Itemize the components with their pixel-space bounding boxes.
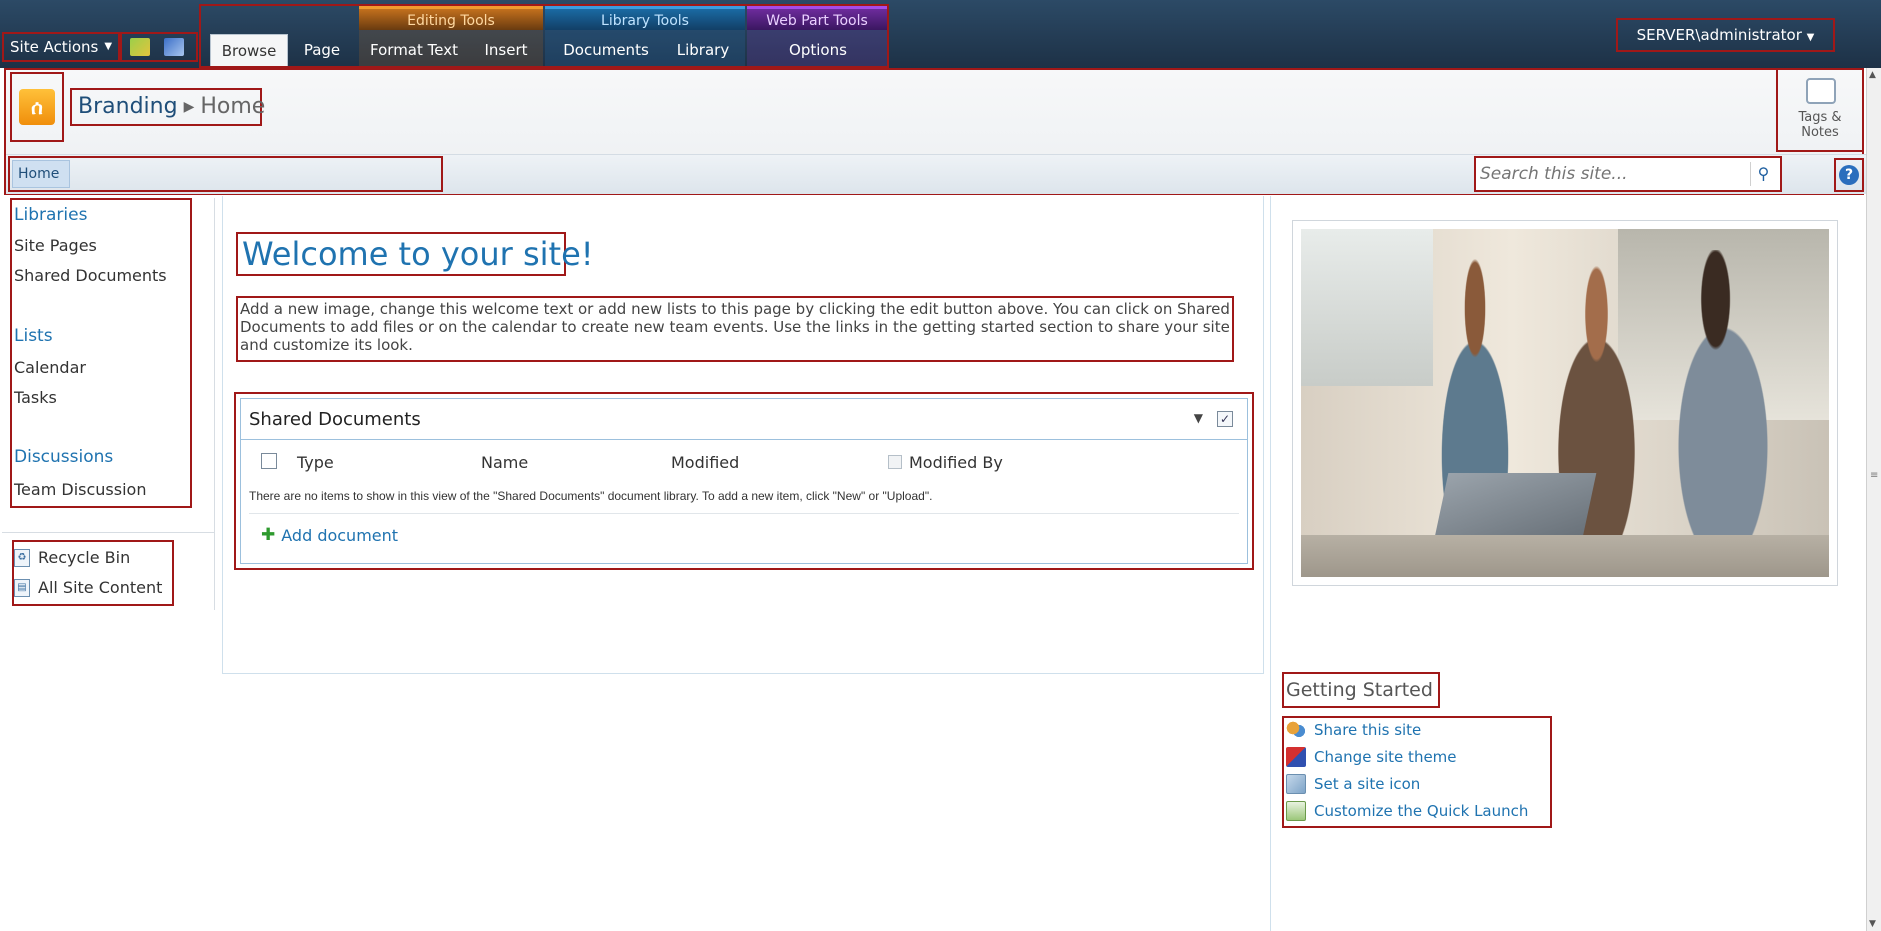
quick-launch-icon [1286,801,1306,821]
vertical-scrollbar[interactable]: ▲ ≡ ▼ [1866,68,1881,931]
customize-quick-launch-link[interactable]: Customize the Quick Launch [1286,801,1528,821]
recycle-bin-link[interactable]: ♻ Recycle Bin [14,548,130,567]
empty-list-message: There are no items to show in this view … [249,489,933,503]
caret-down-icon: ▼ [104,41,113,52]
search-box: ⚲ [1474,156,1782,192]
set-site-icon-link[interactable]: Set a site icon [1286,774,1420,794]
ql-heading-libraries[interactable]: Libraries [14,205,87,225]
breadcrumb-site-link[interactable]: Branding [78,94,178,119]
ql-link-shared-documents[interactable]: Shared Documents [14,266,167,285]
site-actions-menu[interactable]: Site Actions ▼ [2,32,121,62]
getting-started-heading: Getting Started [1282,672,1440,708]
site-logo[interactable]: ሰ [10,72,64,142]
ql-link-tasks[interactable]: Tasks [14,388,57,407]
tags-notes-button[interactable]: Tags & Notes [1776,68,1864,152]
add-document-label: Add document [281,525,399,545]
all-site-content-link[interactable]: ▤ All Site Content [14,578,162,597]
all-site-content-label: All Site Content [38,578,163,597]
help-button[interactable]: ? [1834,158,1864,192]
edit-page-icon[interactable] [164,38,184,56]
breadcrumb-arrow-icon: ▶ [183,99,195,115]
webpart-title-divider [241,439,1247,440]
share-site-link[interactable]: Share this site [1286,720,1421,740]
tag-icon [1806,78,1836,104]
plus-icon: ✚ [261,525,276,545]
site-actions-label: Site Actions [10,38,99,56]
page-title: Welcome to your site! [236,232,594,276]
tags-notes-label: Tags & Notes [1798,110,1842,140]
add-document-link[interactable]: ✚ Add document [261,525,398,545]
quick-launch-divider [2,532,214,533]
customize-quick-launch-label: Customize the Quick Launch [1314,802,1529,820]
breadcrumb-current-page: Home [200,94,266,119]
shared-documents-panel: Shared Documents ▼ ✓ Type Name Modified … [240,398,1248,564]
magnifier-icon[interactable]: ⚲ [1750,162,1776,186]
column-header-modified-by[interactable]: Modified By [909,453,1003,472]
photo-desk [1301,535,1829,577]
change-theme-link[interactable]: Change site theme [1286,747,1457,767]
team-site-icon: ሰ [19,89,55,125]
scroll-down-icon[interactable]: ▼ [1869,919,1876,929]
photo-window [1301,229,1433,386]
site-content-icon: ▤ [14,578,30,597]
scroll-grip-icon[interactable]: ≡ [1870,470,1878,481]
left-column-border [214,198,215,610]
breadcrumb: Branding ▶ Home [70,88,266,126]
select-all-checkbox[interactable] [261,453,277,469]
column-header-modified[interactable]: Modified [671,453,739,472]
user-menu[interactable]: SERVER\administrator ▼ [1616,18,1835,52]
recycle-bin-label: Recycle Bin [38,548,131,567]
webpart-select-checkbox[interactable]: ✓ [1217,411,1233,427]
search-input[interactable] [1480,162,1744,186]
ribbon-quick-icons [120,32,198,62]
theme-icon [1286,747,1306,767]
share-icon [1286,720,1306,740]
image-icon [1286,774,1306,794]
shared-documents-webpart: Shared Documents ▼ ✓ Type Name Modified … [234,392,1254,570]
help-icon: ? [1839,165,1859,185]
top-nav-home[interactable]: Home [12,160,70,188]
list-divider [249,513,1239,514]
ql-link-site-pages[interactable]: Site Pages [14,236,97,255]
ql-heading-discussions[interactable]: Discussions [14,447,113,467]
ql-link-calendar[interactable]: Calendar [14,358,86,377]
user-name: SERVER\administrator [1636,26,1802,44]
getting-started-links: Share this site Change site theme Set a … [1282,716,1552,828]
webpart-title[interactable]: Shared Documents [249,409,421,430]
scroll-up-icon[interactable]: ▲ [1869,70,1876,80]
photo-person [1649,249,1798,577]
change-theme-label: Change site theme [1314,748,1457,766]
navigate-up-icon[interactable] [130,38,150,56]
site-image [1292,220,1838,586]
modified-by-checkbox [888,455,902,469]
caret-down-icon: ▼ [1806,32,1815,43]
right-column-border [1270,196,1271,931]
ribbon-tab-region [199,4,889,68]
column-header-name[interactable]: Name [481,453,528,472]
ql-link-team-discussion[interactable]: Team Discussion [14,480,146,499]
team-photo [1301,229,1829,577]
top-nav-container [8,156,443,192]
share-site-label: Share this site [1314,721,1422,739]
welcome-text: Add a new image, change this welcome tex… [236,296,1234,362]
ql-heading-lists[interactable]: Lists [14,326,53,346]
set-site-icon-label: Set a site icon [1314,775,1421,793]
recycle-bin-icon: ♻ [14,548,30,567]
webpart-menu-icon[interactable]: ▼ [1194,411,1203,425]
column-header-type[interactable]: Type [297,453,334,472]
